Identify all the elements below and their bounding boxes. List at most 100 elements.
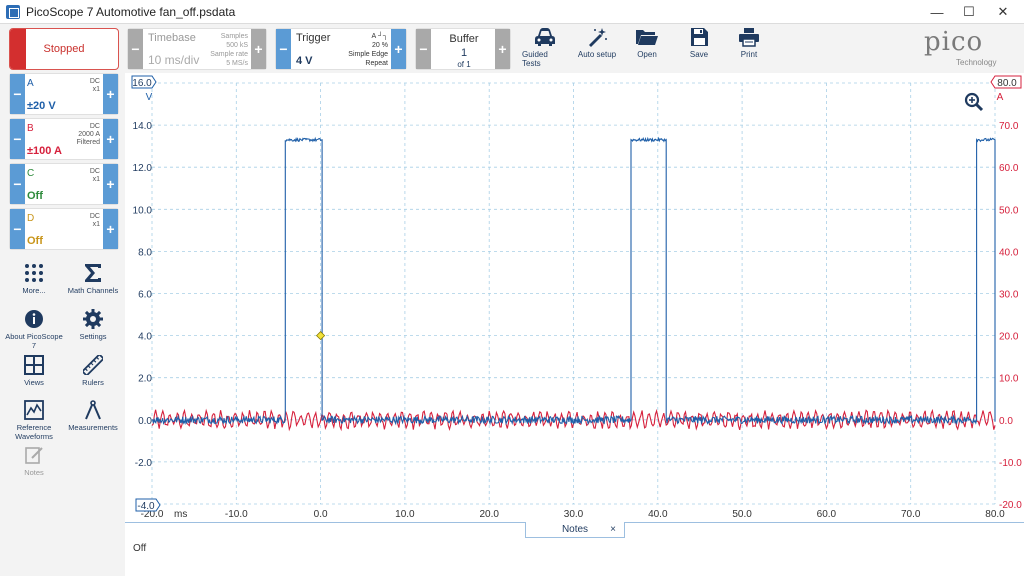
channel-a-decrease-button[interactable]: − [10,74,25,114]
channel-a-increase-button[interactable]: + [103,74,118,114]
timebase-value[interactable]: 10 ms/div [148,53,199,67]
timebase-increase-button[interactable]: + [251,29,266,69]
channel-a-range[interactable]: ±20 V [27,100,56,112]
minimize-button[interactable]: — [920,0,954,24]
waveform-icon [24,400,44,420]
left-axis-tick-label: 12.0 [133,163,153,174]
scope-view[interactable]: -20.0 -10.0 0.0 10.0 20.0 30.0 40.0 50.0 60.0 70.… [125,73,1024,522]
more-button[interactable]: More... [4,263,64,295]
car-icon [535,28,555,46]
buffer-next-button[interactable]: + [495,29,510,69]
open-button[interactable]: Open [624,27,670,71]
x-tick-label: 20.0 [479,509,499,520]
sigma-icon [85,264,101,282]
trigger-channel[interactable]: A [371,33,376,40]
trigger-percent[interactable]: 20 % [348,41,388,50]
guided-tests-label: Guided Tests [522,50,548,68]
channel-b-control[interactable]: − B DC 2000 A Filtered ±100 A + [9,118,119,160]
views-label: Views [24,378,44,387]
views-button[interactable]: Views [4,355,64,387]
right-axis-max-label: 80.0 [997,78,1017,89]
save-button[interactable]: Save [676,27,722,71]
channel-c-name: C [27,168,35,179]
channel-d-increase-button[interactable]: + [103,209,118,249]
channel-b-range[interactable]: ±100 A [27,145,62,157]
channel-a-control[interactable]: − A DC x1 ±20 V + [9,73,119,115]
channel-a-probe: x1 [92,86,100,93]
channel-b-increase-button[interactable]: + [103,119,118,159]
close-window-button[interactable]: ✕ [986,0,1020,24]
maximize-button[interactable]: ☐ [952,0,986,24]
timebase-label: Timebase [148,32,196,44]
right-axis-tick-label: 40.0 [999,247,1019,258]
math-channels-button[interactable]: Math Channels [63,263,123,295]
sample-rate-label: Sample rate [210,51,248,58]
channel-d-range[interactable]: Off [27,235,43,247]
trigger-mode[interactable]: Repeat [348,59,388,68]
more-label: More... [22,286,46,295]
timebase-decrease-button[interactable]: − [128,29,143,69]
right-axis-tick-label: 30.0 [999,290,1019,301]
left-axis-tick-label: 14.0 [133,121,153,132]
channel-d-control[interactable]: − D DC x1 Off + [9,208,119,250]
zoom-icon[interactable] [964,92,984,112]
x-tick-label: 60.0 [817,509,837,520]
reference-waveforms-button[interactable]: Reference Waveforms [4,400,64,441]
x-tick-label: 10.0 [395,509,415,520]
grid-icon [24,355,44,375]
x-tick-label: 50.0 [732,509,752,520]
start-stop-button[interactable]: Stopped [9,28,119,70]
notes-close-button[interactable]: × [610,524,616,535]
trigger-decrease-button[interactable]: − [276,29,291,69]
floppy-icon [691,28,708,46]
left-axis-tick-label: 8.0 [138,247,152,258]
about-label: About PicoScope 7 [5,332,63,350]
settings-button[interactable]: Settings [63,309,123,341]
notes-text[interactable]: Off [133,543,146,554]
samples-value[interactable]: 500 kS [210,41,248,50]
channel-c-increase-button[interactable]: + [103,164,118,204]
channel-c-decrease-button[interactable]: − [10,164,25,204]
print-button[interactable]: Print [726,27,772,71]
left-axis-tick-label: 6.0 [138,290,152,301]
scope-plot[interactable]: -20.0 -10.0 0.0 10.0 20.0 30.0 40.0 50.0 60.0 70.… [125,73,1024,522]
channel-d-decrease-button[interactable]: − [10,209,25,249]
guided-tests-button[interactable]: Guided Tests [522,27,568,71]
auto-setup-button[interactable]: Auto setup [574,27,620,71]
x-tick-label: 40.0 [648,509,668,520]
math-channels-label: Math Channels [67,286,119,295]
notes-button[interactable]: Notes [4,445,64,477]
left-axis-tick-label: 2.0 [138,374,152,385]
notes-button-label: Notes [24,468,44,477]
gear-icon [83,309,103,329]
trigger-increase-button[interactable]: + [391,29,406,69]
measurements-button[interactable]: Measurements [63,400,123,432]
left-axis-max-label: 16.0 [132,78,152,89]
rulers-button[interactable]: Rulers [63,355,123,387]
rulers-label: Rulers [82,378,104,387]
channel-c-range[interactable]: Off [27,190,43,202]
channel-b-decrease-button[interactable]: − [10,119,25,159]
about-button[interactable]: About PicoScope 7 [4,309,64,350]
right-axis-top-box[interactable]: 80.0 [990,75,1022,89]
channel-b-filter: Filtered [76,139,100,146]
toolbar: Stopped − Timebase 10 ms/div Samples 500… [0,25,1024,73]
x-axis-unit: ms [174,509,187,520]
x-tick-label: 30.0 [564,509,584,520]
trigger-control: − Trigger 4 V A ┘┐ 20 % Simple Edge Repe… [275,28,407,70]
dots-grid-icon [25,264,43,282]
right-axis-unit: A [997,92,1004,103]
left-axis-tick-label: 10.0 [133,205,153,216]
channel-c-control[interactable]: − C DC x1 Off + [9,163,119,205]
sample-rate-value[interactable]: 5 MS/s [210,59,248,68]
left-axis-bottom-box[interactable]: -4.0 [135,498,161,512]
trigger-level[interactable]: 4 V [296,55,313,67]
notes-tab[interactable]: Notes × [525,522,625,538]
x-tick-label: 0.0 [314,509,328,520]
save-label: Save [689,50,709,59]
trigger-type[interactable]: Simple Edge [348,50,388,59]
x-tick-label: 70.0 [901,509,921,520]
trigger-marker[interactable] [316,331,326,341]
open-label: Open [637,50,657,59]
left-axis-top-box[interactable]: 16.0 [131,75,157,89]
